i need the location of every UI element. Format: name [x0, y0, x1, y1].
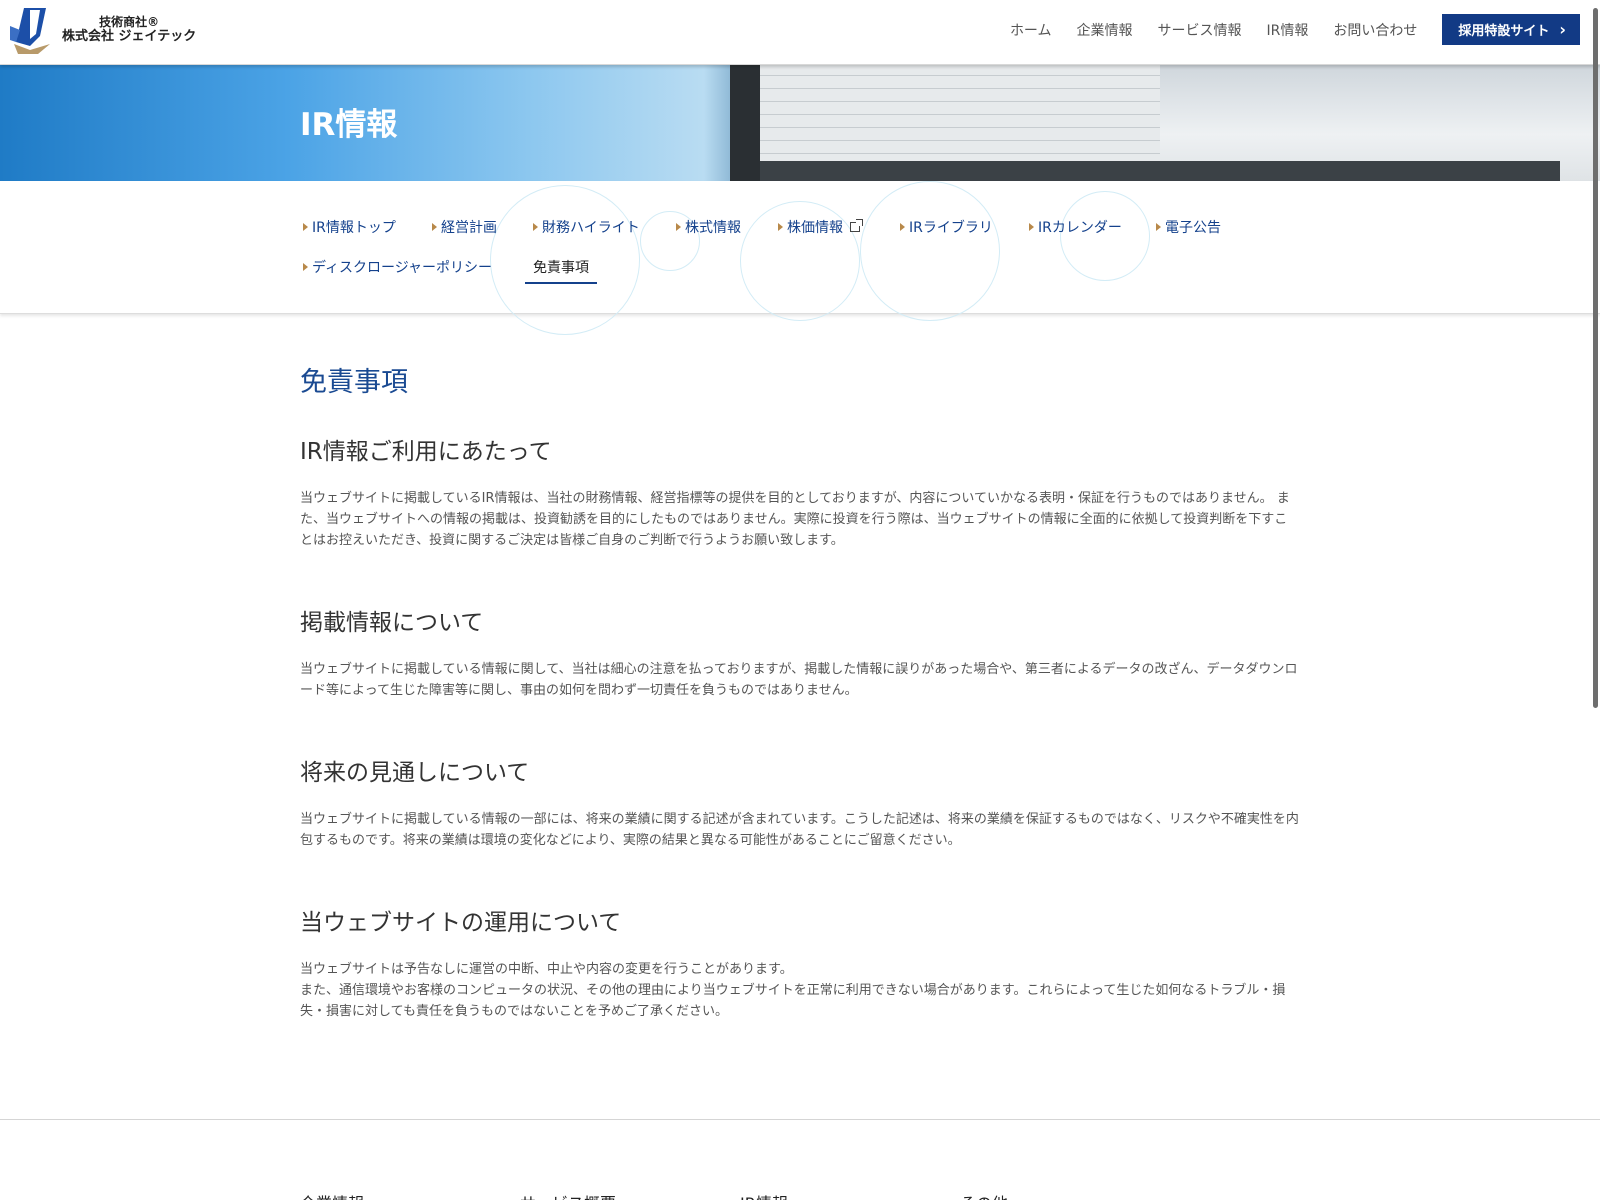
subnav-ir-calendar[interactable]: IRカレンダー: [1029, 217, 1122, 237]
arrow-right-icon: [303, 263, 308, 271]
logo-company-name: 株式会社 ジェイテック: [62, 29, 197, 45]
footer-nav-services[interactable]: サービス概要: [520, 1190, 616, 1200]
footer-nav-company[interactable]: 企業情報: [300, 1190, 364, 1200]
external-link-icon: [850, 219, 863, 232]
subnav-label: 電子公告: [1165, 220, 1221, 236]
arrow-right-icon: [676, 223, 681, 231]
arrow-right-icon: [533, 223, 538, 231]
logo-tagline: 技術商社®: [99, 15, 160, 29]
subnav-disclaimer-active[interactable]: 免責事項: [525, 257, 597, 284]
section-heading: 将来の見通しについて: [300, 760, 530, 786]
hero-banner: IR情報: [0, 65, 1600, 181]
subnav-label: 財務ハイライト: [542, 220, 640, 236]
hero-title: IR情報: [300, 107, 398, 143]
subnav-label: 株式情報: [685, 220, 741, 236]
arrow-right-icon: [1029, 223, 1034, 231]
ir-sub-nav: IR情報トップ 経営計画 財務ハイライト 株式情報 株価情報 IRライブラリ I…: [0, 181, 1600, 335]
subnav-ir-top[interactable]: IR情報トップ: [303, 217, 396, 237]
subnav-label: ディスクロージャーポリシー: [312, 260, 493, 276]
recruit-site-button[interactable]: 採用特設サイト ›: [1442, 14, 1580, 45]
section-ir-usage: IR情報ご利用にあたって 当ウェブサイトに掲載しているIR情報は、当社の財務情報…: [300, 432, 1300, 551]
hero-monitor-dock: [760, 161, 1560, 181]
gear-decoration-icon: [860, 181, 1000, 321]
arrow-right-icon: [432, 223, 437, 231]
global-nav: ホーム 企業情報 サービス情報 IR情報 お問い合わせ 採用特設サイト ›: [985, 14, 1580, 45]
section-forward-looking: 将来の見通しについて 当ウェブサイトに掲載している情報の一部には、将来の業績に関…: [300, 753, 1300, 851]
subnav-label: IRライブラリ: [909, 220, 993, 236]
subnav-label: 免責事項: [533, 260, 589, 276]
hero-monitor-bezel: [730, 65, 762, 181]
site-header: 技術商社® 株式会社 ジェイテック ホーム 企業情報 サービス情報 IR情報 お…: [0, 0, 1600, 708]
company-logo-mark-icon: [10, 8, 50, 54]
logo-text: 技術商社® 株式会社 ジェイテック: [62, 15, 196, 45]
section-body: また、通信環境やお客様のコンピュータの状況、その他の理由により当ウェブサイトを正…: [300, 983, 1286, 1019]
arrow-right-icon: [900, 223, 905, 231]
subnav-label: 経営計画: [441, 220, 497, 236]
nav-services[interactable]: サービス情報: [1158, 20, 1242, 40]
subnav-label: IRカレンダー: [1038, 220, 1122, 236]
section-heading: 掲載情報について: [300, 610, 484, 636]
section-body: 当ウェブサイトに掲載している情報に関して、当社は細心の注意を払っておりますが、掲…: [300, 662, 1298, 698]
section-body: 当ウェブサイトに掲載しているIR情報は、当社の財務情報、経営指標等の提供を目的と…: [300, 491, 1290, 548]
subnav-ir-library[interactable]: IRライブラリ: [900, 217, 993, 237]
subnav-stock-info[interactable]: 株式情報: [676, 217, 741, 237]
section-site-operation: 当ウェブサイトの運用について 当ウェブサイトは予告なしに運営の中断、中止や内容の…: [300, 903, 1300, 1022]
subnav-label: IR情報トップ: [312, 220, 396, 236]
arrow-right-icon: [303, 223, 308, 231]
subnav-label: 株価情報: [787, 220, 843, 236]
section-heading: IR情報ご利用にあたって: [300, 439, 552, 465]
chevron-right-icon: ›: [1559, 20, 1566, 39]
section-body: 当ウェブサイトは予告なしに運営の中断、中止や内容の変更を行うことがあります。: [300, 962, 793, 977]
footer-nav-ir[interactable]: IR情報: [740, 1190, 788, 1200]
subnav-financial-highlights[interactable]: 財務ハイライト: [533, 217, 640, 237]
section-heading: 当ウェブサイトの運用について: [300, 910, 622, 936]
arrow-right-icon: [1156, 223, 1161, 231]
subnav-disclosure-policy[interactable]: ディスクロージャーポリシー: [303, 257, 492, 277]
company-logo[interactable]: 技術商社® 株式会社 ジェイテック: [10, 6, 196, 54]
subnav-management-plan[interactable]: 経営計画: [432, 217, 497, 237]
section-body: 当ウェブサイトに掲載している情報の一部には、将来の業績に関する記述が含まれていま…: [300, 812, 1299, 848]
nav-contact[interactable]: お問い合わせ: [1333, 20, 1417, 40]
footer-divider: [0, 1119, 1600, 1120]
recruit-site-label: 採用特設サイト: [1458, 24, 1550, 39]
nav-ir[interactable]: IR情報: [1267, 20, 1309, 40]
nav-home[interactable]: ホーム: [1010, 20, 1052, 40]
footer-nav-other[interactable]: その他: [960, 1190, 1008, 1200]
disclaimer-content: 免責事項 IR情報ご利用にあたって 当ウェブサイトに掲載しているIR情報は、当社…: [300, 360, 1300, 1074]
subnav-stock-price[interactable]: 株価情報: [778, 217, 863, 237]
subnav-public-notice[interactable]: 電子公告: [1156, 217, 1221, 237]
arrow-right-icon: [778, 223, 783, 231]
section-posted-info: 掲載情報について 当ウェブサイトに掲載している情報に関して、当社は細心の注意を払…: [300, 603, 1300, 701]
page-title: 免責事項: [300, 367, 408, 398]
page-scrollbar[interactable]: [1593, 8, 1598, 708]
nav-company[interactable]: 企業情報: [1077, 20, 1133, 40]
